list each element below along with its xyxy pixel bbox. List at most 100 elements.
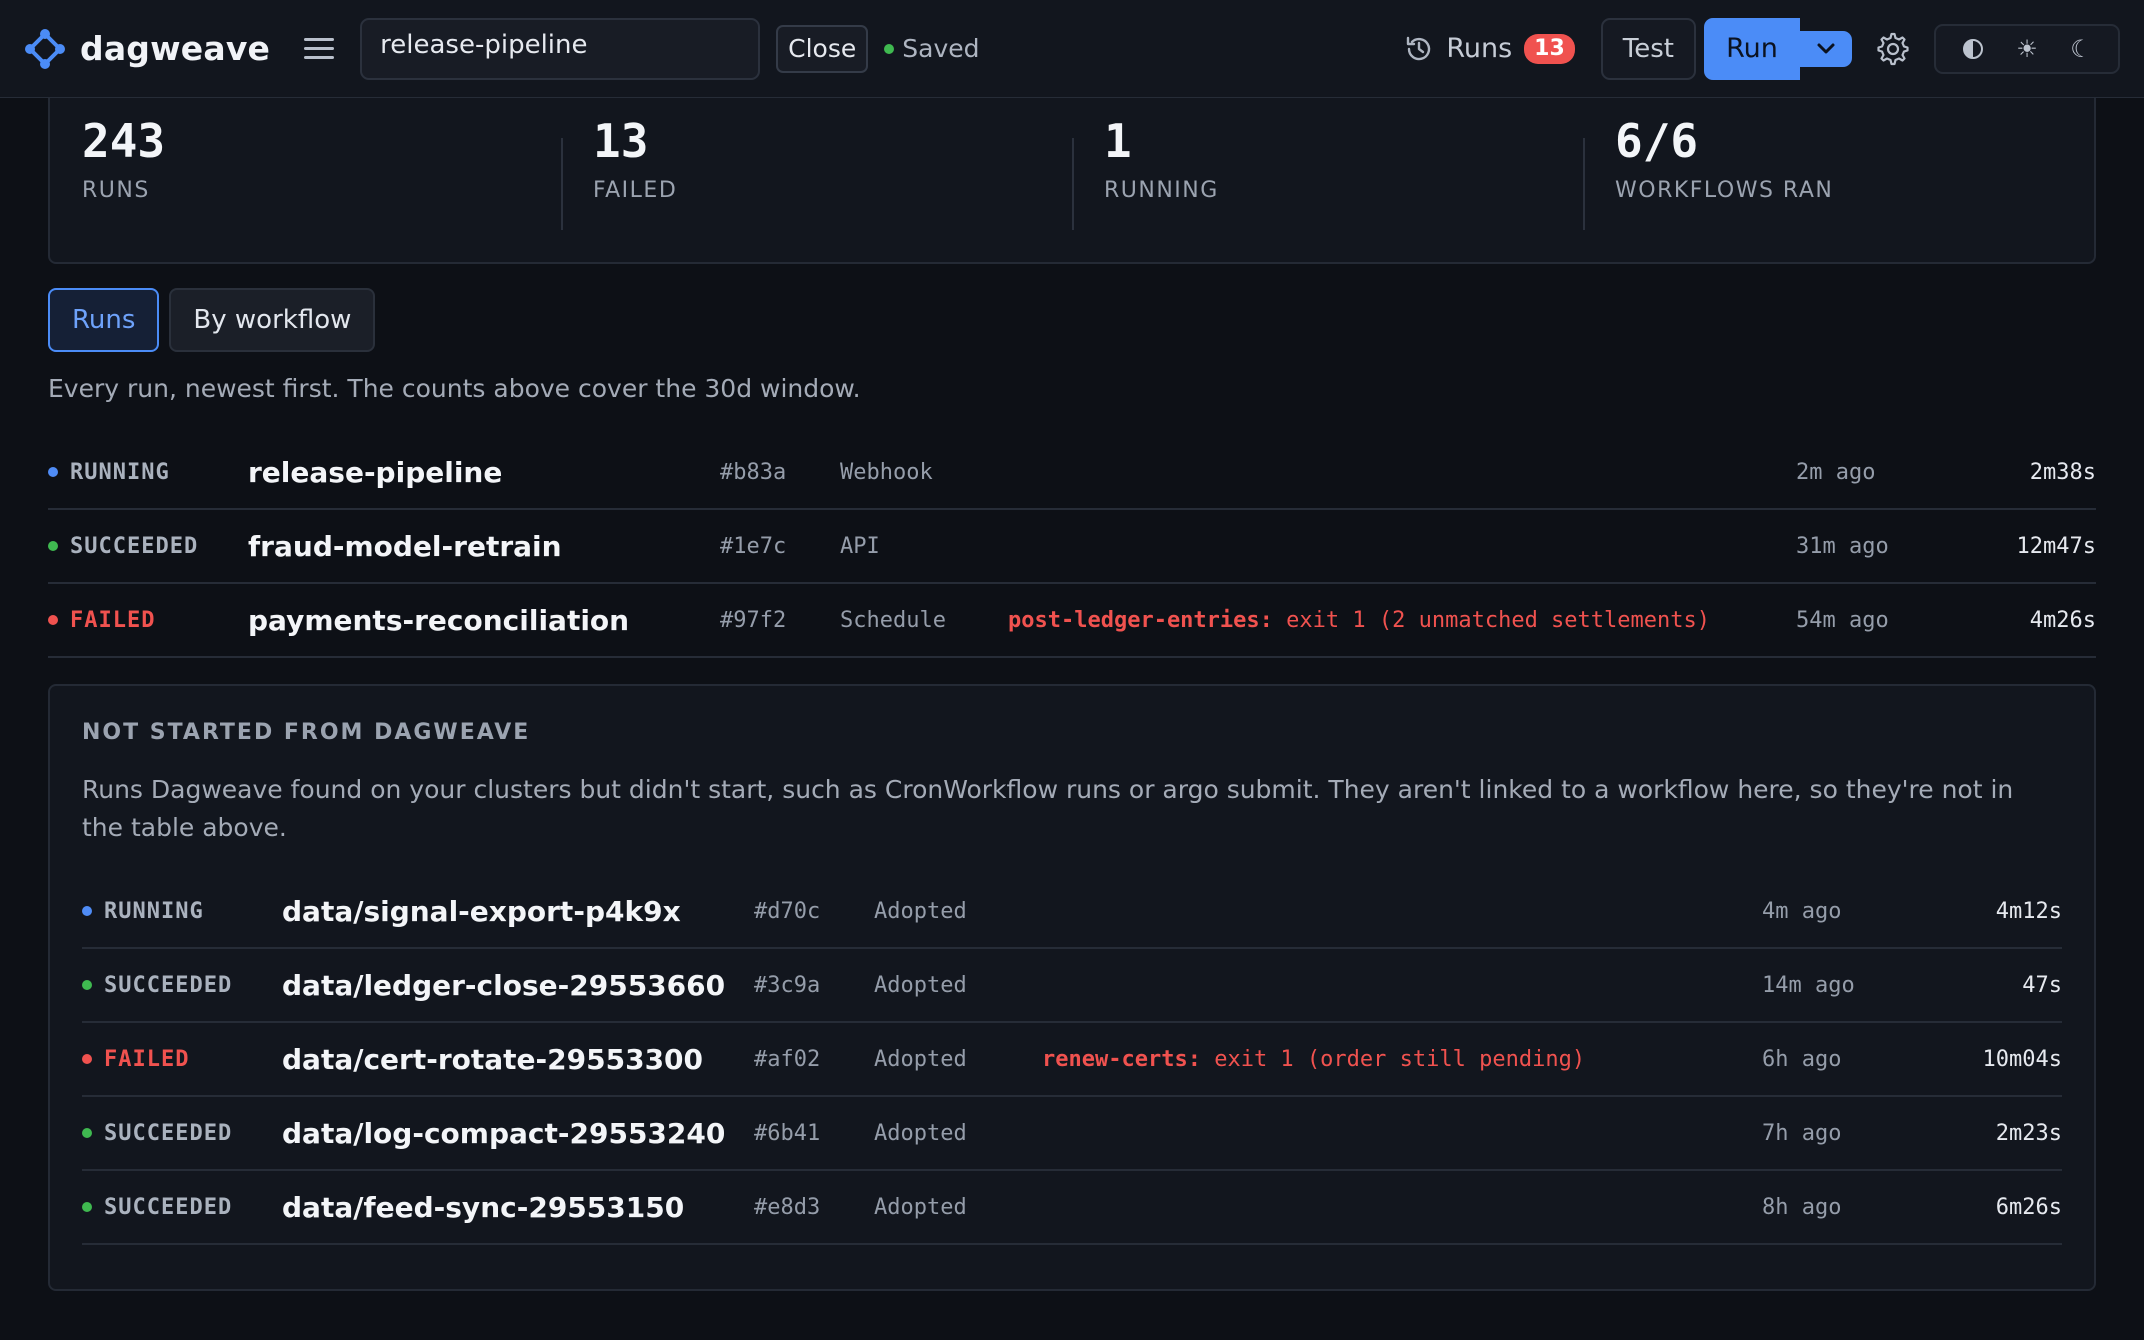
theme-dark-option[interactable]: ☾ <box>2054 30 2108 68</box>
status-cell: SUCCEEDED <box>82 1121 282 1146</box>
table-row[interactable]: FAILED payments-reconciliation #97f2 Sch… <box>48 584 2096 658</box>
run-trigger: Adopted <box>874 1120 967 1146</box>
run-started: 4m ago <box>1762 898 1842 924</box>
error-step: post-ledger-entries: <box>1008 607 1273 633</box>
status-cell: SUCCEEDED <box>48 534 248 559</box>
error-message: exit 1 (2 unmatched settlements) <box>1286 607 1710 633</box>
tab-by-workflow[interactable]: By workflow <box>169 288 376 352</box>
table-row[interactable]: SUCCEEDED data/log-compact-29553240 #6b4… <box>82 1097 2062 1171</box>
runs-intro: Every run, newest first. The counts abov… <box>48 374 861 403</box>
run-name: data/feed-sync-29553150 <box>282 1190 685 1224</box>
adopted-runs-panel: NOT STARTED FROM DAGWEAVE Runs Dagweave … <box>48 684 2096 1291</box>
close-button[interactable]: Close <box>776 24 869 73</box>
runs-link[interactable]: Runs 13 <box>1404 33 1575 64</box>
stat-failed: 13 FAILED <box>561 82 1072 262</box>
stat-value: 243 <box>82 114 166 168</box>
run-id: #1e7c <box>720 533 787 559</box>
run-name: data/signal-export-p4k9x <box>282 894 681 928</box>
status-dot <box>82 1128 92 1138</box>
saved-dot <box>884 43 895 54</box>
status-label: SUCCEEDED <box>104 1194 233 1220</box>
theme-toggle: ☀ ☾ <box>1934 23 2120 74</box>
table-row[interactable]: FAILED data/cert-rotate-29553300 #af02 A… <box>82 1023 2062 1097</box>
run-started: 6h ago <box>1762 1046 1842 1072</box>
run-button[interactable]: Run <box>1704 17 1800 80</box>
stat-value: 1 <box>1104 114 1132 168</box>
status-cell: SUCCEEDED <box>82 1195 282 1220</box>
status-dot <box>82 906 92 916</box>
status-label: FAILED <box>104 1046 190 1072</box>
run-name: data/cert-rotate-29553300 <box>282 1042 704 1076</box>
test-button[interactable]: Test <box>1600 17 1696 80</box>
run-trigger: Adopted <box>874 1046 967 1072</box>
run-id: #6b41 <box>754 1120 821 1146</box>
run-started: 31m ago <box>1796 533 1889 559</box>
saved-label: Saved <box>902 34 980 63</box>
status-dot <box>82 1054 92 1064</box>
status-dot <box>82 980 92 990</box>
run-name: fraud-model-retrain <box>248 529 562 563</box>
run-started: 2m ago <box>1796 459 1876 485</box>
run-button-group: Run <box>1704 17 1852 80</box>
table-row[interactable]: SUCCEEDED data/ledger-close-29553660 #3c… <box>82 949 2062 1023</box>
runs-label: Runs <box>1446 33 1513 64</box>
chevron-down-icon <box>1817 43 1835 53</box>
diamond-nodes-icon <box>25 28 65 69</box>
adopted-runs-table: RUNNING data/signal-export-p4k9x #d70c A… <box>82 875 2062 1245</box>
status-dot <box>48 541 58 551</box>
run-trigger: Webhook <box>840 459 933 485</box>
runs-count-badge: 13 <box>1524 33 1575 64</box>
tab-runs[interactable]: Runs <box>48 288 160 352</box>
run-duration: 6m26s <box>1995 1194 2062 1220</box>
table-row[interactable]: RUNNING release-pipeline #b83a Webhook 2… <box>48 436 2096 510</box>
adopted-runs-title: NOT STARTED FROM DAGWEAVE <box>82 720 531 745</box>
stat-workflows-ran: 6/6 WORKFLOWS RAN <box>1583 82 2094 262</box>
stat-value: 6/6 <box>1615 114 1699 168</box>
run-id: #af02 <box>754 1046 821 1072</box>
run-id: #3c9a <box>754 972 821 998</box>
run-error: post-ledger-entries: exit 1 (2 unmatched… <box>1008 608 1796 633</box>
table-row[interactable]: RUNNING data/signal-export-p4k9x #d70c A… <box>82 875 2062 949</box>
theme-auto-option[interactable] <box>1946 30 2000 68</box>
sun-icon: ☀ <box>2016 34 2038 63</box>
theme-light-option[interactable]: ☀ <box>2000 30 2054 68</box>
run-id: #97f2 <box>720 607 787 633</box>
run-duration: 2m23s <box>1995 1120 2062 1146</box>
table-row[interactable]: SUCCEEDED data/feed-sync-29553150 #e8d3 … <box>82 1171 2062 1245</box>
workflow-name-input[interactable] <box>360 17 761 80</box>
run-error: renew-certs: exit 1 (order still pending… <box>1042 1047 1762 1072</box>
status-dot <box>48 615 58 625</box>
run-name: data/ledger-close-29553660 <box>282 968 726 1002</box>
status-label: RUNNING <box>70 459 170 485</box>
run-trigger: Adopted <box>874 972 967 998</box>
top-bar: dagweave Close Saved Runs 13 Test Run <box>0 0 2144 98</box>
hamburger-icon[interactable] <box>304 34 335 64</box>
status-cell: RUNNING <box>48 460 248 485</box>
run-trigger: API <box>840 533 880 559</box>
adopted-runs-description: Runs Dagweave found on your clusters but… <box>82 775 2014 842</box>
run-id: #e8d3 <box>754 1194 821 1220</box>
runs-table: RUNNING release-pipeline #b83a Webhook 2… <box>48 436 2096 658</box>
brand[interactable]: dagweave <box>24 28 270 70</box>
run-started: 14m ago <box>1762 972 1855 998</box>
gear-icon[interactable] <box>1876 32 1910 66</box>
status-label: SUCCEEDED <box>104 1120 233 1146</box>
stats-summary: 243 RUNS 13 FAILED 1 RUNNING 6/6 WORKFLO… <box>48 76 2096 264</box>
toolbar-actions: Runs 13 Test Run ☀ ☾ <box>1404 17 2120 80</box>
stat-runs: 243 RUNS <box>50 82 561 262</box>
status-cell: SUCCEEDED <box>82 973 282 998</box>
run-trigger: Schedule <box>840 607 946 633</box>
stat-label: RUNNING <box>1104 178 1219 203</box>
run-name: data/log-compact-29553240 <box>282 1116 726 1150</box>
contrast-icon <box>1963 38 1983 59</box>
run-started: 54m ago <box>1796 607 1889 633</box>
run-id: #b83a <box>720 459 787 485</box>
save-status: Saved <box>884 34 980 63</box>
run-duration: 2m38s <box>2029 459 2096 485</box>
status-label: FAILED <box>70 607 156 633</box>
table-row[interactable]: SUCCEEDED fraud-model-retrain #1e7c API … <box>48 510 2096 584</box>
run-duration: 12m47s <box>2016 533 2096 559</box>
stat-value: 13 <box>593 114 649 168</box>
status-label: SUCCEEDED <box>104 972 233 998</box>
run-options-button[interactable] <box>1800 30 1852 67</box>
